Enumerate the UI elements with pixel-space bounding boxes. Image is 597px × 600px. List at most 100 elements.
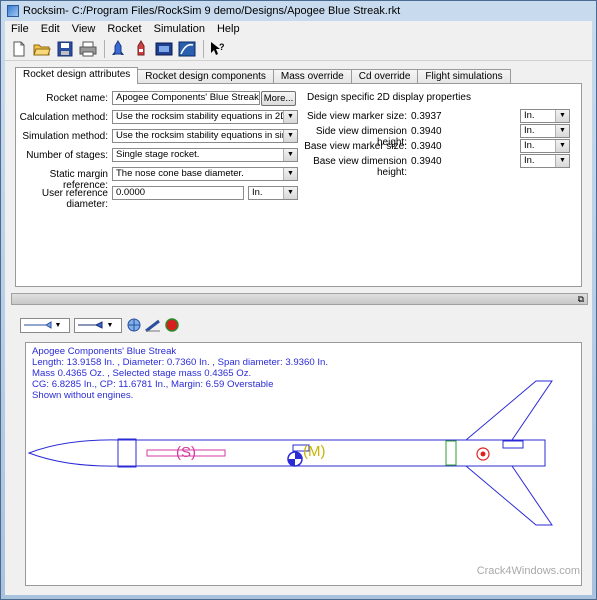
chevron-down-icon[interactable]: ▼ [555, 125, 569, 137]
help-pointer-icon[interactable]: ? [207, 40, 227, 58]
rocket-side-view: (S) (M) [27, 380, 553, 526]
menu-view[interactable]: View [66, 23, 102, 35]
restore-icon[interactable]: ⧉ [578, 294, 584, 305]
side-marker-value[interactable]: 0.3937 [411, 111, 442, 122]
side-marker-unit-select[interactable]: In. ▼ [520, 109, 570, 123]
sim-method-label: Simulation method: [22, 131, 108, 142]
launch-icon[interactable] [145, 317, 161, 333]
splitter-bar[interactable]: ⧉ [11, 293, 588, 305]
chevron-down-icon[interactable]: ▼ [555, 140, 569, 152]
cg-marker-quadrant [288, 459, 295, 466]
nose-cone [27, 439, 119, 467]
menu-bar: File Edit View Rocket Simulation Help [5, 21, 592, 37]
menu-file[interactable]: File [5, 23, 35, 35]
side-view-icon [24, 321, 52, 329]
tab-rocket-design-components[interactable]: Rocket design components [137, 69, 274, 84]
new-icon[interactable] [9, 40, 29, 58]
tab-rocket-design-attributes[interactable]: Rocket design attributes [15, 67, 139, 84]
base-marker-unit-select[interactable]: In. ▼ [520, 139, 570, 153]
tab-flight-simulations[interactable]: Flight simulations [417, 69, 511, 84]
user-ref-unit-select[interactable]: In. ▼ [248, 186, 298, 200]
m-marker-label: (M) [303, 443, 326, 460]
title-bar: Rocksim- C:/Program Files/RockSim 9 demo… [1, 1, 596, 21]
side-marker-label: Side view marker size: [306, 111, 407, 122]
sim-method-value: Use the rocksim stability equations in s… [116, 130, 297, 141]
base-marker-value[interactable]: 0.3940 [411, 141, 442, 152]
color-view-icon [78, 321, 103, 329]
rocket-name-field[interactable]: Apogee Components' Blue Streak [112, 91, 260, 105]
fin-top [464, 380, 553, 441]
stages-value: Single stage rocket. [116, 149, 200, 160]
sim-method-select[interactable]: Use the rocksim stability equations in s… [112, 129, 298, 143]
s-marker-label: (S) [176, 444, 196, 461]
calc-method-value: Use the rocksim stability equations in 2… [116, 111, 297, 122]
chevron-down-icon[interactable]: ▼ [283, 130, 297, 142]
chevron-down-icon[interactable]: ▼ [283, 111, 297, 123]
globe-icon[interactable] [126, 317, 142, 333]
rocket-diagram-canvas[interactable]: Apogee Components' Blue Streak Length: 1… [25, 342, 582, 586]
tab-mass-override[interactable]: Mass override [272, 69, 352, 84]
base-dim-label: Base view dimension height: [313, 156, 407, 178]
tab-strip: Rocket design attributes Rocket design c… [15, 67, 511, 84]
stages-label: Number of stages: [26, 150, 108, 161]
stage-icon[interactable] [154, 40, 174, 58]
user-ref-unit-value: In. [252, 187, 263, 198]
display-props-title: Design specific 2D display properties [307, 92, 471, 103]
tab-cd-override[interactable]: Cd override [350, 69, 419, 84]
base-dim-unit-select[interactable]: In. ▼ [520, 154, 570, 168]
cp-marker-dot [480, 451, 486, 457]
svg-text:?: ? [219, 42, 225, 52]
client-area: Rocket design attributes Rocket design c… [5, 61, 592, 595]
chevron-down-icon[interactable]: ▼ [283, 187, 297, 199]
record-icon[interactable] [164, 317, 180, 333]
menu-help[interactable]: Help [211, 23, 246, 35]
launch-lug [502, 440, 524, 449]
side-dim-unit-select[interactable]: In. ▼ [520, 124, 570, 138]
chevron-down-icon[interactable]: ▼ [555, 110, 569, 122]
chevron-down-icon[interactable]: ▼ [283, 168, 297, 180]
user-ref-label: User reference diameter: [41, 188, 108, 210]
view-select-side[interactable]: ▼ [20, 317, 70, 333]
toolbar-separator [104, 39, 105, 58]
user-ref-field[interactable]: 0.0000 [112, 186, 244, 200]
base-marker-unit: In. [524, 140, 535, 151]
app-icon [7, 5, 19, 17]
side-marker-unit: In. [524, 110, 535, 121]
print-icon[interactable] [78, 40, 98, 58]
chevron-down-icon[interactable]: ▼ [105, 322, 115, 329]
margin-ref-select[interactable]: The nose cone base diameter. ▼ [112, 167, 298, 181]
more-button[interactable]: More... [261, 91, 296, 106]
view-toolbar: ▼ ▼ [20, 316, 183, 334]
chevron-down-icon[interactable]: ▼ [53, 322, 63, 329]
toolbar: ? [5, 37, 592, 61]
window-title: Rocksim- C:/Program Files/RockSim 9 demo… [23, 5, 401, 17]
chevron-down-icon[interactable]: ▼ [283, 149, 297, 161]
base-dim-unit: In. [524, 155, 535, 166]
rocket-up-icon[interactable] [131, 39, 151, 58]
calc-method-select[interactable]: Use the rocksim stability equations in 2… [112, 110, 298, 124]
menu-simulation[interactable]: Simulation [148, 23, 211, 35]
cg-marker-quadrant [295, 452, 302, 459]
margin-ref-value: The nose cone base diameter. [116, 168, 244, 179]
side-dim-unit: In. [524, 125, 535, 136]
attributes-panel: Rocket name: Apogee Components' Blue Str… [15, 83, 582, 287]
save-icon[interactable] [55, 40, 75, 58]
stages-select[interactable]: Single stage rocket. ▼ [112, 148, 298, 162]
engine-block [445, 440, 457, 466]
fin-bottom [464, 465, 553, 526]
base-dim-value[interactable]: 0.3940 [411, 156, 442, 167]
rocket-name-label: Rocket name: [46, 93, 108, 104]
flight-icon[interactable] [177, 40, 197, 58]
menu-edit[interactable]: Edit [35, 23, 66, 35]
nose-shoulder [117, 438, 137, 468]
base-marker-label: Base view marker size: [304, 141, 407, 152]
view-select-color[interactable]: ▼ [74, 317, 122, 333]
side-dim-value[interactable]: 0.3940 [411, 126, 442, 137]
app-window: Rocksim- C:/Program Files/RockSim 9 demo… [0, 0, 597, 600]
rocket-tool-icon[interactable] [108, 39, 128, 58]
watermark-text: Crack4Windows.com [476, 565, 580, 577]
open-icon[interactable] [32, 40, 52, 58]
menu-rocket[interactable]: Rocket [101, 23, 147, 35]
chevron-down-icon[interactable]: ▼ [555, 155, 569, 167]
calc-method-label: Calculation method: [19, 112, 108, 123]
